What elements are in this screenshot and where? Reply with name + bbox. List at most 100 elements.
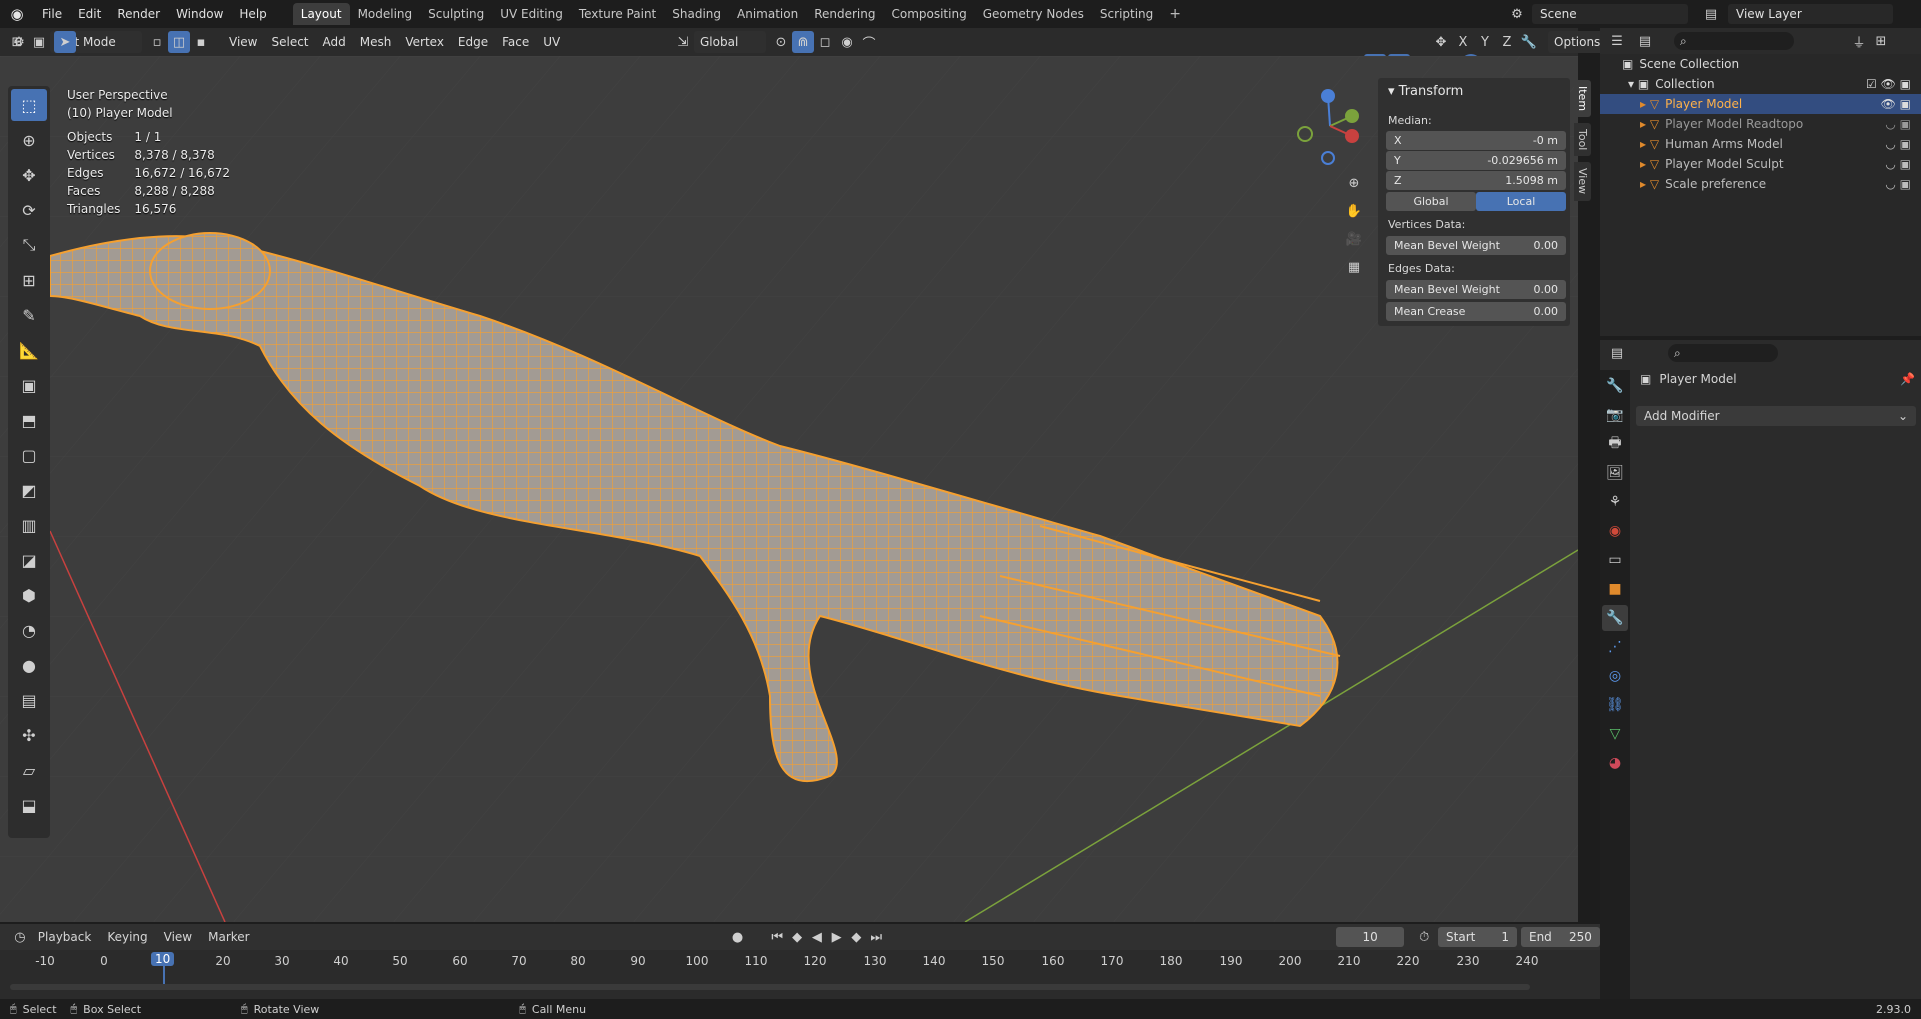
tab-rendering[interactable]: Rendering [806, 3, 883, 25]
tab-animation[interactable]: Animation [729, 3, 806, 25]
scale-icon[interactable]: ⤡ [11, 229, 47, 261]
scene-collection-row[interactable]: ▣ Scene Collection [1600, 54, 1921, 74]
knife-icon[interactable]: ◪ [11, 544, 47, 576]
gizmo-neg-y[interactable] [1297, 126, 1313, 142]
tab-compositing[interactable]: Compositing [883, 3, 974, 25]
collection-visibility-icon[interactable]: ☑ 👁 ▣ [1866, 77, 1911, 91]
outliner-search[interactable]: ⌕ [1674, 32, 1794, 50]
world-tab-icon[interactable]: ◉ [1602, 518, 1628, 544]
tab-sculpting[interactable]: Sculpting [420, 3, 492, 25]
pan-hand-icon[interactable]: ✋ [1343, 200, 1365, 222]
tab-layout[interactable]: Layout [292, 3, 350, 25]
tab-view[interactable]: View [1574, 162, 1591, 201]
transform-icon[interactable]: ⊞ [11, 264, 47, 296]
next-key-icon[interactable]: ◆ [847, 926, 867, 948]
blender-logo-icon[interactable]: ◉ [0, 0, 34, 28]
bevel-icon[interactable]: ◩ [11, 474, 47, 506]
output-tab-icon[interactable]: 🖶 [1602, 431, 1628, 457]
outliner-item-scale-preference[interactable]: ▸ ▽ Scale preference ◡ ▣ [1600, 174, 1921, 194]
pin-icon[interactable]: 📌 [1900, 372, 1915, 386]
jump-end-icon[interactable]: ⏭ [866, 926, 886, 948]
new-collection-icon[interactable]: ⊞ [1870, 30, 1892, 52]
menu-keying[interactable]: Keying [99, 930, 155, 944]
start-frame-field[interactable]: Start 1 [1438, 927, 1517, 947]
global-toggle[interactable]: Global [1386, 192, 1476, 211]
playhead[interactable] [163, 966, 165, 986]
object-tab-icon[interactable]: ■ [1602, 576, 1628, 602]
rotate-icon[interactable]: ⟳ [11, 194, 47, 226]
menu-edit[interactable]: Edit [70, 7, 109, 21]
tab-item[interactable]: Item [1574, 80, 1591, 118]
mirror-y-button[interactable]: Y [1474, 31, 1496, 53]
orientation-selector[interactable]: Global [694, 31, 766, 53]
annotate-icon[interactable]: ✎ [11, 299, 47, 331]
tab-uv-editing[interactable]: UV Editing [492, 3, 571, 25]
gizmo-x-axis[interactable] [1345, 129, 1359, 143]
tab-texture-paint[interactable]: Texture Paint [571, 3, 664, 25]
stopwatch-icon[interactable]: ⏱ [1414, 926, 1434, 948]
spin-icon[interactable]: ◔ [11, 614, 47, 646]
scene-tab-icon[interactable]: ⚘ [1602, 489, 1628, 515]
menu-help[interactable]: Help [231, 7, 274, 21]
menu-timeline-view[interactable]: View [156, 930, 200, 944]
menu-marker[interactable]: Marker [200, 930, 257, 944]
jump-start-icon[interactable]: ⏮ [767, 926, 787, 948]
add-workspace-button[interactable]: + [1161, 6, 1189, 22]
menu-render[interactable]: Render [109, 7, 168, 21]
particles-tab-icon[interactable]: ⋰ [1602, 634, 1628, 660]
display-mode-icon[interactable]: ▤ [1634, 30, 1656, 52]
transform-header[interactable]: ▾ Transform [1388, 84, 1463, 99]
render-tab-icon[interactable]: 📷 [1602, 402, 1628, 428]
proportional-edit-icon[interactable]: ◉ [836, 31, 858, 53]
pivot-icon[interactable]: ⊙ [770, 31, 792, 53]
navigation-gizmo[interactable] [1292, 86, 1372, 166]
edge-slide-icon[interactable]: ▤ [11, 684, 47, 716]
select-box-icon[interactable]: ⬚ [11, 89, 47, 121]
edge-bevel-field[interactable]: Mean Bevel Weight 0.00 [1386, 280, 1566, 299]
scene-icon[interactable]: ⚙ [1506, 3, 1528, 25]
grid-view-icon[interactable]: ▦ [1343, 256, 1365, 278]
tab-geometry-nodes[interactable]: Geometry Nodes [975, 3, 1092, 25]
view-layer-selector[interactable]: View Layer [1728, 4, 1893, 24]
play-icon[interactable]: ▶ [827, 926, 847, 948]
local-toggle[interactable]: Local [1476, 192, 1566, 211]
select-tool-icon[interactable]: ➤ [54, 31, 76, 53]
wrench-icon[interactable]: 🔧 [1518, 31, 1540, 53]
outliner-editor-icon[interactable]: ☰ [1606, 30, 1628, 52]
loop-cut-icon[interactable]: ▥ [11, 509, 47, 541]
collection-tab-icon[interactable]: ▭ [1602, 547, 1628, 573]
eye-icon[interactable]: 👁 ▣ [1881, 97, 1911, 111]
hidden-eye-icon[interactable]: ◡ ▣ [1885, 157, 1911, 171]
hidden-eye-icon[interactable]: ◡ ▣ [1885, 137, 1911, 151]
play-reverse-icon[interactable]: ◀ [807, 926, 827, 948]
outliner-item-player-model[interactable]: ▸ ▽ Player Model 👁 ▣ [1600, 94, 1921, 114]
x-field[interactable]: X -0 m [1386, 131, 1566, 150]
menu-window[interactable]: Window [168, 7, 231, 21]
rip-icon[interactable]: ⬓ [11, 789, 47, 821]
tab-tool[interactable]: Tool [1574, 123, 1591, 157]
tool-settings-icon[interactable]: ⚙ [8, 31, 30, 53]
move-icon[interactable]: ✥ [11, 159, 47, 191]
collection-row[interactable]: ▾ ▣ Collection ☑ 👁 ▣ [1600, 74, 1921, 94]
menu-playback[interactable]: Playback [30, 930, 100, 944]
material-tab-icon[interactable]: ◕ [1602, 750, 1628, 776]
tab-scripting[interactable]: Scripting [1092, 3, 1161, 25]
cursor-icon[interactable]: ⊕ [11, 124, 47, 156]
data-tab-icon[interactable]: ▽ [1602, 721, 1628, 747]
z-field[interactable]: Z 1.5098 m [1386, 171, 1566, 190]
shear-icon[interactable]: ▱ [11, 754, 47, 786]
tool-tab-icon[interactable]: 🔧 [1602, 373, 1628, 399]
view-layer-tab-icon[interactable]: 🖼 [1602, 460, 1628, 486]
poly-build-icon[interactable]: ⬢ [11, 579, 47, 611]
prev-key-icon[interactable]: ◆ [787, 926, 807, 948]
view-layer-icon[interactable]: ▤ [1700, 3, 1722, 25]
physics-tab-icon[interactable]: ◎ [1602, 663, 1628, 689]
mirror-z-button[interactable]: Z [1496, 31, 1518, 53]
add-modifier-button[interactable]: Add Modifier ⌄ [1636, 406, 1916, 426]
y-field[interactable]: Y -0.029656 m [1386, 151, 1566, 170]
snap-icon[interactable]: ⋒ [792, 31, 814, 53]
hidden-eye-icon[interactable]: ◡ ▣ [1885, 117, 1911, 131]
smooth-icon[interactable]: ● [11, 649, 47, 681]
snap-target-icon[interactable]: ◻ [814, 31, 836, 53]
gizmo-z-axis[interactable] [1321, 89, 1335, 103]
